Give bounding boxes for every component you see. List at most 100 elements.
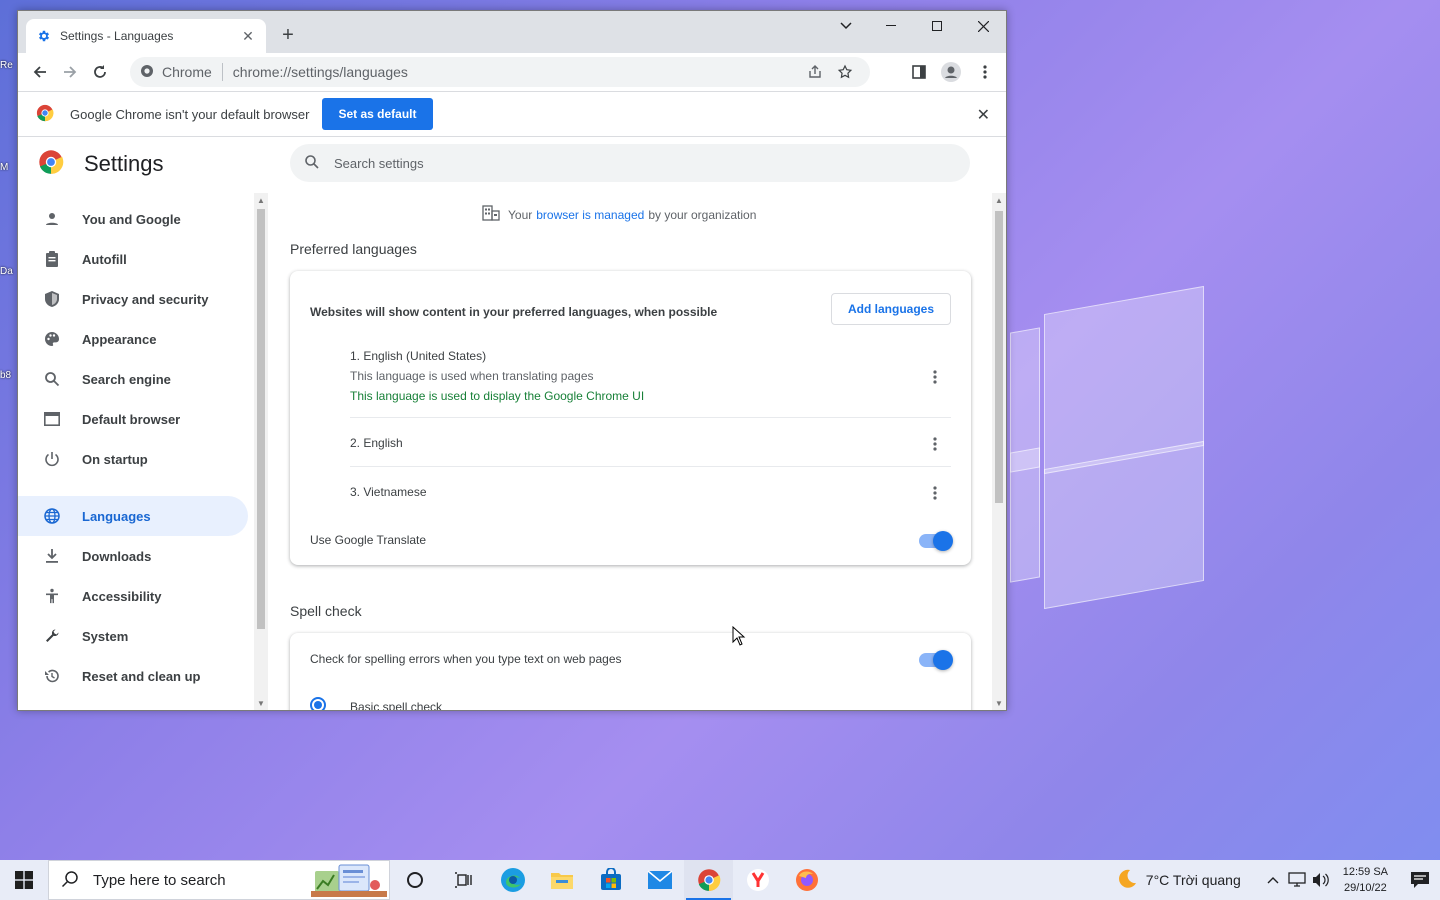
more-menu-icon[interactable] [970,57,1000,87]
omnibox-url[interactable]: chrome://settings/languages [233,64,800,80]
close-window-button[interactable] [960,11,1006,41]
taskbar-clock[interactable]: 12:59 SA 29/10/22 [1343,864,1388,896]
desktop-icon-label-3[interactable]: Da [0,266,18,277]
file-explorer-icon[interactable] [537,860,586,900]
minimize-button[interactable] [868,11,914,41]
show-hidden-icons-chevron-icon[interactable] [1261,860,1285,900]
back-button[interactable] [25,57,55,87]
sidebar-item-reset[interactable]: Reset and clean up [18,656,248,696]
person-icon [42,209,62,229]
sidebar-item-label: Privacy and security [82,291,209,307]
accessibility-icon [42,586,62,606]
divider [350,417,951,418]
settings-sidebar: You and Google Autofill Privacy and secu… [18,193,254,710]
wrench-icon [42,626,62,646]
firefox-icon[interactable] [782,860,831,900]
language-menu-icon[interactable] [925,367,945,387]
tab-settings-languages[interactable]: Settings - Languages ✕ [26,19,266,53]
microsoft-store-icon[interactable] [586,860,635,900]
profile-avatar[interactable] [936,57,966,87]
sidebar-item-languages[interactable]: Languages [18,496,248,536]
preferred-languages-card: Websites will show content in your prefe… [290,271,971,565]
weather-widget[interactable]: 7°C Trời quang [1114,867,1241,894]
add-languages-button[interactable]: Add languages [830,293,951,325]
network-icon[interactable] [1285,860,1309,900]
sidebar-item-on-startup[interactable]: On startup [18,439,248,479]
sidebar-item-system[interactable]: System [18,616,248,656]
tab-close-icon[interactable]: ✕ [240,28,256,44]
sidebar-item-label: Default browser [82,411,181,427]
search-input[interactable] [334,155,934,171]
sidebar-item-privacy[interactable]: Privacy and security [18,279,248,319]
edge-icon[interactable] [488,860,537,900]
spell-check-label: Check for spelling errors when you type … [310,652,622,666]
google-translate-toggle[interactable] [919,531,953,551]
sidebar-item-label: Reset and clean up [82,668,201,684]
new-tab-button[interactable]: + [276,23,300,47]
chrome-logo-icon [36,104,54,125]
sidebar-item-accessibility[interactable]: Accessibility [18,576,248,616]
desktop-icon-label-2[interactable]: M [0,162,18,173]
browser-toolbar: Chrome chrome://settings/languages [18,53,1006,91]
settings-header: Settings [38,149,164,178]
download-icon [42,546,62,566]
settings-search[interactable] [290,144,970,182]
desktop-icon-label-1[interactable]: Re [0,60,18,71]
notification-center-icon[interactable] [1400,860,1440,900]
moon-icon [1114,867,1138,894]
language-menu-icon[interactable] [925,483,945,503]
infobar-close-icon[interactable]: ✕ [977,105,990,125]
title-bar: Settings - Languages ✕ + [18,11,1006,53]
language-menu-icon[interactable] [925,434,945,454]
language-item: 3. Vietnamese [350,485,950,499]
yandex-browser-icon[interactable] [733,860,782,900]
main-scrollbar-thumb[interactable] [995,211,1003,503]
sidebar-item-default-browser[interactable]: Default browser [18,399,248,439]
start-button[interactable] [0,860,48,900]
language-name: 1. English (United States) [350,349,487,363]
task-view-button[interactable] [439,860,488,900]
language-name: 3. Vietnamese [350,485,427,499]
omnibox-separator [221,63,223,81]
palette-icon [42,329,62,349]
side-panel-icon[interactable] [904,57,934,87]
omnibox[interactable]: Chrome chrome://settings/languages [130,57,870,87]
search-highlight-illustration-icon [311,863,387,900]
sidebar-item-downloads[interactable]: Downloads [18,536,248,576]
managed-link[interactable]: browser is managed [536,208,644,222]
language-note-ui: This language is used to display the Goo… [350,389,645,403]
sidebar-item-autofill[interactable]: Autofill [18,239,248,279]
tab-search-chevron-icon[interactable] [823,11,869,41]
basic-spell-check-option[interactable]: Basic spell check [310,697,442,710]
windows-taskbar: Type here to search 7°C Trời quang 12:59… [0,860,1440,900]
sidebar-scrollbar[interactable]: ▲ ▼ [254,193,268,710]
sidebar-scrollbar-thumb[interactable] [257,209,265,629]
system-tray: 7°C Trời quang 12:59 SA 29/10/22 [1114,860,1440,900]
sidebar-item-you-and-google[interactable]: You and Google [18,199,248,239]
set-as-default-button[interactable]: Set as default [322,98,433,130]
mail-icon[interactable] [635,860,684,900]
sidebar-item-label: Appearance [82,331,157,347]
taskbar-search[interactable]: Type here to search [48,860,390,900]
section-title-preferred-languages: Preferred languages [290,241,417,257]
sidebar-item-appearance[interactable]: Appearance [18,319,248,359]
volume-icon[interactable] [1309,860,1333,900]
chrome-taskbar-icon[interactable] [684,860,733,900]
shield-icon [42,289,62,309]
cortana-button[interactable] [390,860,439,900]
managed-notice: Your browser is managed by your organiza… [482,205,756,224]
chrome-window: Settings - Languages ✕ + Chrome chrome:/… [17,10,1007,711]
power-icon [42,449,62,469]
desktop-icon-label-4[interactable]: b8 [0,370,18,381]
settings-page: Settings You and Google Autofill Privacy… [18,137,1006,710]
radio-selected-icon[interactable] [310,697,326,710]
bookmark-star-icon[interactable] [830,57,860,87]
settings-main: Your browser is managed by your organiza… [274,193,992,710]
reload-button[interactable] [85,57,115,87]
spell-check-toggle[interactable] [919,650,953,670]
sidebar-item-search-engine[interactable]: Search engine [18,359,248,399]
main-scrollbar[interactable]: ▲ ▼ [992,193,1006,710]
forward-button[interactable] [55,57,85,87]
share-icon[interactable] [800,57,830,87]
maximize-button[interactable] [914,11,960,41]
